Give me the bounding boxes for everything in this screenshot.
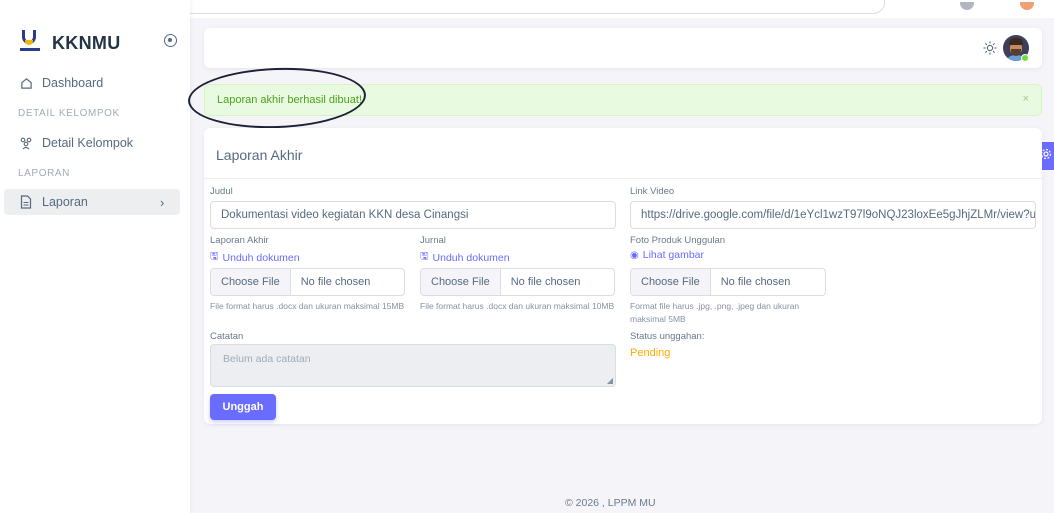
brand[interactable]: KKNMU bbox=[20, 30, 121, 56]
footer: © 2026 , LPPM MU bbox=[565, 497, 656, 509]
jurnal-label: Jurnal bbox=[420, 235, 446, 246]
link-video-input[interactable]: https://drive.google.com/file/d/1eYcl1wz… bbox=[630, 201, 1036, 229]
home-icon bbox=[18, 75, 34, 91]
theme-toggle-icon[interactable] bbox=[983, 41, 997, 55]
laporan-card: Laporan Akhir Judul Dokumentasi video ke… bbox=[204, 128, 1042, 424]
download-icon: 🖫 bbox=[420, 251, 429, 262]
catatan-label: Catatan bbox=[210, 331, 244, 342]
lihat-gambar-link[interactable]: ◉ Lihat gambar bbox=[630, 249, 704, 261]
laporan-akhir-file-input[interactable]: Choose File No file chosen bbox=[210, 268, 405, 296]
link-text: Unduh dokumen bbox=[432, 251, 510, 264]
sidebar-item-laporan[interactable]: Laporan bbox=[18, 194, 88, 210]
file-icon bbox=[18, 194, 34, 210]
eye-icon: ◉ bbox=[630, 249, 639, 261]
nav-header: LAPORAN bbox=[18, 168, 70, 179]
judul-label: Judul bbox=[210, 186, 233, 197]
users-icon bbox=[18, 135, 34, 151]
choose-file-button[interactable]: Choose File bbox=[211, 269, 291, 295]
link-video-label: Link Video bbox=[630, 186, 675, 197]
foto-file-input[interactable]: Choose File No file chosen bbox=[630, 268, 826, 296]
online-status-dot bbox=[1021, 54, 1029, 62]
status-value: Pending bbox=[630, 347, 671, 359]
sidebar-item-detail-kelompok[interactable]: Detail Kelompok bbox=[18, 135, 133, 151]
file-hint: Format file harus .jpg, .png, .jpeg dan … bbox=[630, 301, 800, 324]
sidebar-item-label: Dashboard bbox=[42, 76, 104, 90]
sidebar: KKNMU Dashboard DETAIL KELOMPOK Detail K… bbox=[0, 0, 190, 513]
browser-icon bbox=[1020, 2, 1034, 10]
chevron-right-icon: › bbox=[160, 195, 165, 210]
link-text: Unduh dokumen bbox=[222, 251, 300, 264]
jurnal-file-input[interactable]: Choose File No file chosen bbox=[420, 268, 615, 296]
sidebar-item-dashboard[interactable]: Dashboard bbox=[18, 75, 103, 91]
close-icon[interactable]: × bbox=[1023, 93, 1029, 105]
resize-handle-icon[interactable]: ◢ bbox=[607, 376, 613, 385]
catatan-textarea[interactable]: Belum ada catatan ◢ bbox=[210, 344, 616, 387]
foto-produk-label: Foto Produk Unggulan bbox=[630, 235, 726, 246]
unduh-jurnal-link[interactable]: 🖫 Unduh dokumen bbox=[420, 249, 510, 266]
laporan-akhir-label: Laporan Akhir bbox=[210, 235, 269, 246]
file-name: No file chosen bbox=[720, 276, 791, 288]
sidebar-item-label: Laporan bbox=[42, 195, 88, 209]
choose-file-button[interactable]: Choose File bbox=[421, 269, 501, 295]
unduh-laporan-link[interactable]: 🖫 Unduh dokumen bbox=[210, 249, 300, 266]
navbar bbox=[204, 28, 1042, 68]
sidebar-toggle-icon[interactable] bbox=[164, 34, 177, 47]
logo-icon bbox=[20, 30, 40, 56]
brand-name: KKNMU bbox=[52, 32, 121, 53]
link-text: Lihat gambar bbox=[642, 249, 705, 261]
catatan-placeholder: Belum ada catatan bbox=[223, 353, 311, 365]
file-hint: File format harus .docx dan ukuran maksi… bbox=[210, 301, 405, 311]
judul-input[interactable]: Dokumentasi video kegiatan KKN desa Cina… bbox=[210, 201, 616, 229]
sidebar-item-label: Detail Kelompok bbox=[42, 136, 134, 150]
choose-file-button[interactable]: Choose File bbox=[631, 269, 711, 295]
annotation-circle bbox=[187, 64, 367, 132]
card-title: Laporan Akhir bbox=[216, 147, 303, 163]
file-hint: File format harus .docx dan ukuran maksi… bbox=[420, 301, 615, 311]
browser-icon bbox=[960, 2, 974, 10]
nav-header: DETAIL KELOMPOK bbox=[18, 108, 120, 119]
file-name: No file chosen bbox=[510, 276, 581, 288]
download-icon: 🖫 bbox=[210, 251, 219, 262]
file-name: No file chosen bbox=[300, 276, 371, 288]
unggah-button[interactable]: Unggah bbox=[210, 394, 276, 420]
divider bbox=[204, 178, 1042, 179]
status-label: Status unggahan: bbox=[630, 331, 705, 342]
